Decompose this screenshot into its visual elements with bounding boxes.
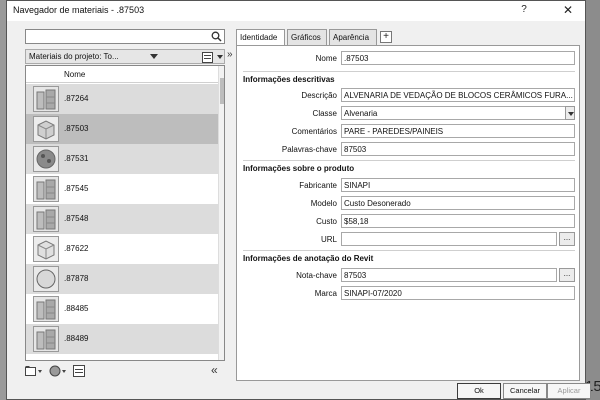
ok-button[interactable]: Ok	[457, 383, 501, 399]
identity-panel: Nome .87503 Informações descritivas Desc…	[236, 45, 580, 381]
materials-list-pane: » Materiais do projeto: To... Nome .8726…	[25, 25, 233, 381]
model-label: Modelo	[310, 199, 337, 208]
scroll-thumb[interactable]	[220, 78, 224, 104]
asset-panel-icon[interactable]	[73, 365, 85, 377]
chevron-down-icon	[568, 112, 574, 116]
class-dropdown-button[interactable]	[565, 106, 575, 120]
project-materials-dropdown[interactable]: Materiais do projeto: To...	[25, 49, 225, 64]
tab-graphics[interactable]: Gráficos	[287, 29, 327, 45]
url-browse-button[interactable]: ...	[559, 232, 575, 246]
manufacturer-field[interactable]: SINAPI	[341, 178, 575, 192]
material-browser-dialog: Navegador de materiais - .87503 ? ✕ » Ma…	[6, 0, 591, 400]
list-item-label: .87878	[64, 274, 89, 283]
apply-button[interactable]: Aplicar	[547, 383, 591, 399]
mark-field[interactable]: SINAPI-07/2020	[341, 286, 575, 300]
keynote-field[interactable]: 87503	[341, 268, 557, 282]
comments-field[interactable]: PARE - PAREDES/PAINEIS	[341, 124, 575, 138]
list-item[interactable]: .87264	[26, 84, 218, 114]
product-info-heading: Informações sobre o produto	[243, 164, 355, 173]
comments-label: Comentários	[291, 127, 337, 136]
tab-appearance[interactable]: Aparência	[329, 29, 377, 45]
library-toolbar: «	[25, 363, 225, 379]
window-title: Navegador de materiais - .87503	[13, 5, 145, 15]
list-item-label: .87264	[64, 94, 89, 103]
chevron-down-icon[interactable]	[217, 55, 223, 60]
list-item[interactable]: .87503	[26, 114, 218, 144]
name-label: Nome	[315, 54, 337, 63]
material-sphere-menu-icon[interactable]	[49, 365, 69, 377]
list-item-label: .88489	[64, 334, 89, 343]
tab-identity[interactable]: Identidade	[236, 29, 285, 46]
brick-wall-icon	[33, 296, 59, 322]
close-button[interactable]: ✕	[559, 2, 577, 18]
caret-down-icon[interactable]	[150, 54, 158, 60]
cube-icon	[33, 236, 59, 262]
keywords-label: Palavras-chave	[281, 145, 337, 154]
keynote-browse-button[interactable]: ...	[559, 268, 575, 282]
column-header-name[interactable]: Nome	[64, 70, 85, 79]
descriptive-info-heading: Informações descritivas	[243, 75, 335, 84]
list-item-label: .87545	[64, 184, 89, 193]
class-label: Classe	[312, 109, 337, 118]
list-item-label: .87531	[64, 154, 89, 163]
title-bar: Navegador de materiais - .87503 ? ✕	[7, 1, 585, 21]
description-field[interactable]: ALVENARIA DE VEDAÇÃO DE BLOCOS CERÂMICOS…	[341, 88, 575, 102]
list-item[interactable]: .87531	[26, 144, 218, 174]
list-item[interactable]: .88489	[26, 324, 218, 354]
search-input[interactable]	[25, 29, 225, 44]
list-header: Nome	[26, 66, 218, 83]
mark-label: Marca	[314, 289, 337, 298]
brick-wall-icon	[33, 176, 59, 202]
rough-sphere-icon	[33, 146, 59, 172]
list-view-icon[interactable]	[202, 52, 213, 63]
manufacturer-label: Fabricante	[299, 181, 337, 190]
list-item-label: .87503	[64, 124, 89, 133]
concrete-block-icon	[33, 116, 59, 142]
background-app-edge-right	[584, 0, 600, 400]
list-item-label: .88485	[64, 304, 89, 313]
sphere-icon	[33, 266, 59, 292]
list-item[interactable]: .88485	[26, 294, 218, 324]
url-label: URL	[320, 235, 337, 244]
revit-annotation-heading: Informações de anotação do Revit	[243, 254, 374, 263]
vertical-scrollbar[interactable]	[218, 66, 224, 360]
cost-label: Custo	[316, 217, 337, 226]
list-item[interactable]: .87545	[26, 174, 218, 204]
brick-wall-icon	[33, 86, 59, 112]
library-folder-icon[interactable]	[25, 365, 45, 377]
help-button[interactable]: ?	[517, 3, 531, 17]
keywords-field[interactable]: 87503	[341, 142, 575, 156]
cancel-button[interactable]: Cancelar	[503, 383, 547, 399]
model-field[interactable]: Custo Desonerado	[341, 196, 575, 210]
cost-field[interactable]: $58,18	[341, 214, 575, 228]
name-field[interactable]: .87503	[341, 51, 575, 65]
section-divider	[243, 250, 575, 251]
search-icon[interactable]	[211, 31, 222, 42]
section-divider	[243, 71, 575, 72]
list-item-label: .87548	[64, 214, 89, 223]
section-divider	[243, 160, 575, 161]
description-label: Descrição	[301, 91, 337, 100]
double-chevron-right-icon[interactable]: »	[227, 49, 233, 60]
class-select[interactable]: Alvenaria	[341, 106, 567, 120]
double-chevron-left-icon[interactable]: «	[211, 363, 218, 377]
list-item[interactable]: .87548	[26, 204, 218, 234]
brick-wall-icon	[33, 206, 59, 232]
list-item[interactable]: .87878	[26, 264, 218, 294]
add-tab-button[interactable]: +	[380, 31, 392, 43]
project-materials-label: Materiais do projeto: To...	[29, 52, 119, 61]
keynote-label: Nota-chave	[296, 271, 337, 280]
materials-list: Nome .87264 .87503 .87531 .87545 .87548 .8762…	[25, 65, 225, 361]
list-item-label: .87622	[64, 244, 89, 253]
list-item[interactable]: .87622	[26, 234, 218, 264]
brick-wall-icon	[33, 326, 59, 352]
url-field[interactable]	[341, 232, 557, 246]
